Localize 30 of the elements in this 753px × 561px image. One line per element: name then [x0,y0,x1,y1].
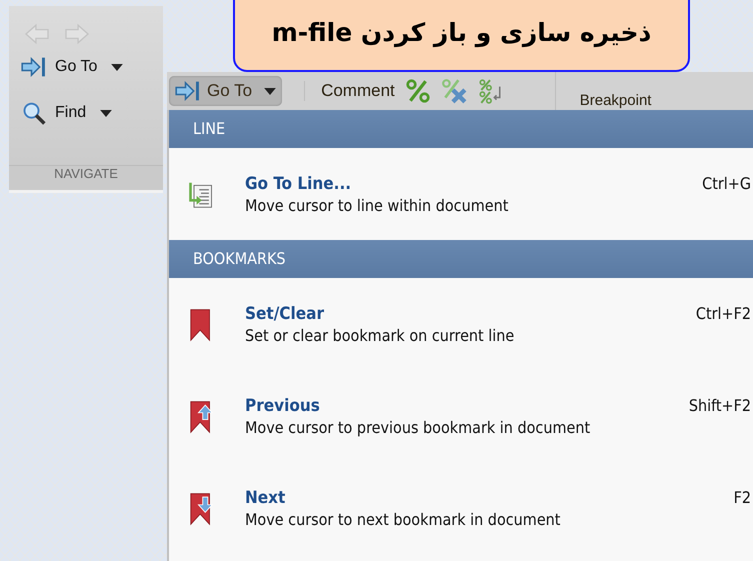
section-header: BOOKMARKS [169,240,753,278]
menu-item[interactable]: Next F2 Move cursor to next bookmark in document [169,462,753,554]
menu-item[interactable]: Previous Shift+F2 Move cursor to previous bookmark in document [169,370,753,462]
menu-item[interactable]: Set/Clear Ctrl+F2 Set or clear bookmark on current line [169,278,753,370]
shortcut: Shift+F2 [688,396,752,416]
wrap-comments-icon[interactable] [476,78,503,104]
caret-icon [100,110,112,116]
column-label: Breakpoint [580,92,652,109]
menu-item-title: Set/Clear [245,304,324,324]
comment-label: Comment [304,81,395,101]
shortcut: F2 [734,488,752,508]
menu-item-description: Set or clear bookmark on current line [245,326,516,345]
shortcut: Ctrl+F2 [696,304,752,324]
menu-item-title: Go To Line... [245,174,352,194]
menu-item-title: Previous [245,396,320,416]
uncomment-icon[interactable] [440,78,467,104]
caret-icon [264,88,276,94]
comment-icon[interactable] [404,78,431,104]
menu-item-title: Next [245,488,286,508]
menu-item-description: Move cursor to previous bookmark in document [245,418,592,437]
dropdown-button[interactable]: Find [9,90,163,136]
menu-item[interactable]: Go To Line... Ctrl+G Move cursor to line within document [169,148,753,240]
shortcut: Ctrl+G [702,174,752,194]
caret-icon [111,64,124,70]
menu-item-description: Move cursor to next bookmark in document [245,510,562,529]
section-header: LINE [169,110,753,148]
title-banner: ذخیره سازی و باز کردن m-file [233,0,690,72]
menu-item-description: Move cursor to line within document [245,196,510,215]
goto-button[interactable]: Go To [169,76,282,106]
dropdown-button[interactable]: Go To [9,44,163,90]
